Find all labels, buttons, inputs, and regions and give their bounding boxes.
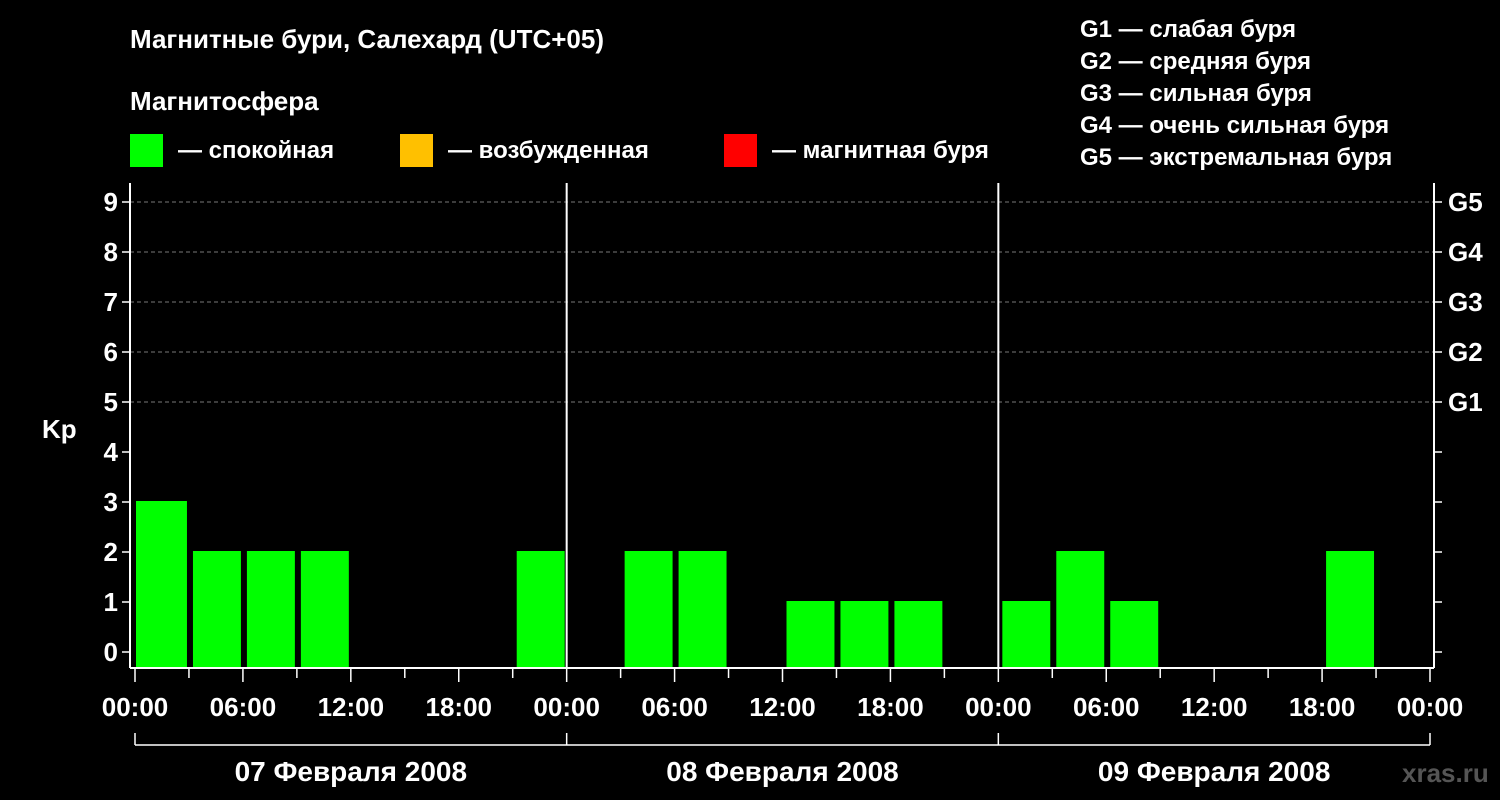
bar-10: [678, 551, 727, 668]
bar-9: [624, 551, 673, 668]
bars: [136, 501, 1375, 668]
kp-chart: Магнитные бури, Салехард (UTC+05) Магнит…: [42, 16, 1489, 788]
y-tick-label-9: 9: [104, 187, 118, 217]
ticks: 0 1 2 3 4 5 6 7 8 9 G1 G2 G3 G4 G5 00:00 06:00 12:00 18:00…: [102, 187, 1483, 787]
x-tick-label-5: 06:00: [641, 692, 708, 722]
storm-scale-g5: G5 — экстремальная буря: [1080, 144, 1392, 171]
x-tick-label-2: 12:00: [318, 692, 385, 722]
y-tick-label-0: 0: [104, 637, 118, 667]
y-tick-label-7: 7: [104, 287, 118, 317]
legend: — спокойная — возбужденная — магнитная б…: [130, 134, 989, 167]
bar-17: [1056, 551, 1105, 668]
right-label-g3: G3: [1448, 287, 1483, 317]
y-tick-label-3: 3: [104, 487, 118, 517]
watermark: xras.ru: [1402, 758, 1489, 788]
x-tick-label-8: 00:00: [965, 692, 1032, 722]
x-tick-label-3: 18:00: [426, 692, 493, 722]
storm-scale-g3: G3 — сильная буря: [1080, 80, 1312, 107]
bar-12: [786, 601, 835, 668]
y-tick-label-1: 1: [104, 587, 118, 617]
x-tick-label-1: 06:00: [210, 692, 277, 722]
y-tick-label-5: 5: [104, 387, 118, 417]
x-tick-label-0: 00:00: [102, 692, 169, 722]
bar-18: [1110, 601, 1159, 668]
y-axis-label: Kp: [42, 414, 77, 444]
bar-0: [136, 501, 187, 668]
x-tick-label-11: 18:00: [1289, 692, 1356, 722]
bar-22: [1326, 551, 1375, 668]
legend-label-storm: — магнитная буря: [772, 137, 989, 164]
bar-14: [894, 601, 943, 668]
x-tick-label-10: 12:00: [1181, 692, 1248, 722]
right-label-g5: G5: [1448, 187, 1483, 217]
day-label-3: 09 Февраля 2008: [1098, 756, 1330, 787]
x-tick-label-6: 12:00: [749, 692, 816, 722]
storm-scale-g1: G1 — слабая буря: [1080, 16, 1296, 43]
y-tick-label-6: 6: [104, 337, 118, 367]
right-label-g1: G1: [1448, 387, 1483, 417]
x-tick-label-4: 00:00: [533, 692, 600, 722]
storm-scale-g2: G2 — средняя буря: [1080, 48, 1311, 75]
bar-2: [246, 551, 295, 668]
y-tick-label-4: 4: [104, 437, 119, 467]
legend-title: Магнитосфера: [130, 86, 319, 116]
y-tick-label-2: 2: [104, 537, 118, 567]
right-label-g2: G2: [1448, 337, 1483, 367]
bar-3: [300, 551, 349, 668]
day-label-2: 08 Февраля 2008: [666, 756, 898, 787]
x-tick-label-12: 00:00: [1397, 692, 1464, 722]
legend-swatch-excited: [400, 134, 433, 167]
storm-scale: G1 — слабая буря G2 — средняя буря G3 — …: [1080, 16, 1392, 171]
day-label-1: 07 Февраля 2008: [235, 756, 467, 787]
bar-1: [192, 551, 241, 668]
bar-16: [1002, 601, 1051, 668]
legend-swatch-storm: [724, 134, 757, 167]
legend-label-excited: — возбужденная: [448, 137, 649, 164]
storm-scale-g4: G4 — очень сильная буря: [1080, 112, 1389, 139]
chart-title: Магнитные бури, Салехард (UTC+05): [130, 24, 604, 54]
y-tick-label-8: 8: [104, 237, 118, 267]
x-tick-label-9: 06:00: [1073, 692, 1140, 722]
legend-label-calm: — спокойная: [178, 137, 334, 164]
right-label-g4: G4: [1448, 237, 1483, 267]
x-tick-label-7: 18:00: [857, 692, 924, 722]
bar-13: [840, 601, 889, 668]
legend-swatch-calm: [130, 134, 163, 167]
bar-7: [516, 551, 565, 668]
gridlines: [130, 201, 1434, 403]
